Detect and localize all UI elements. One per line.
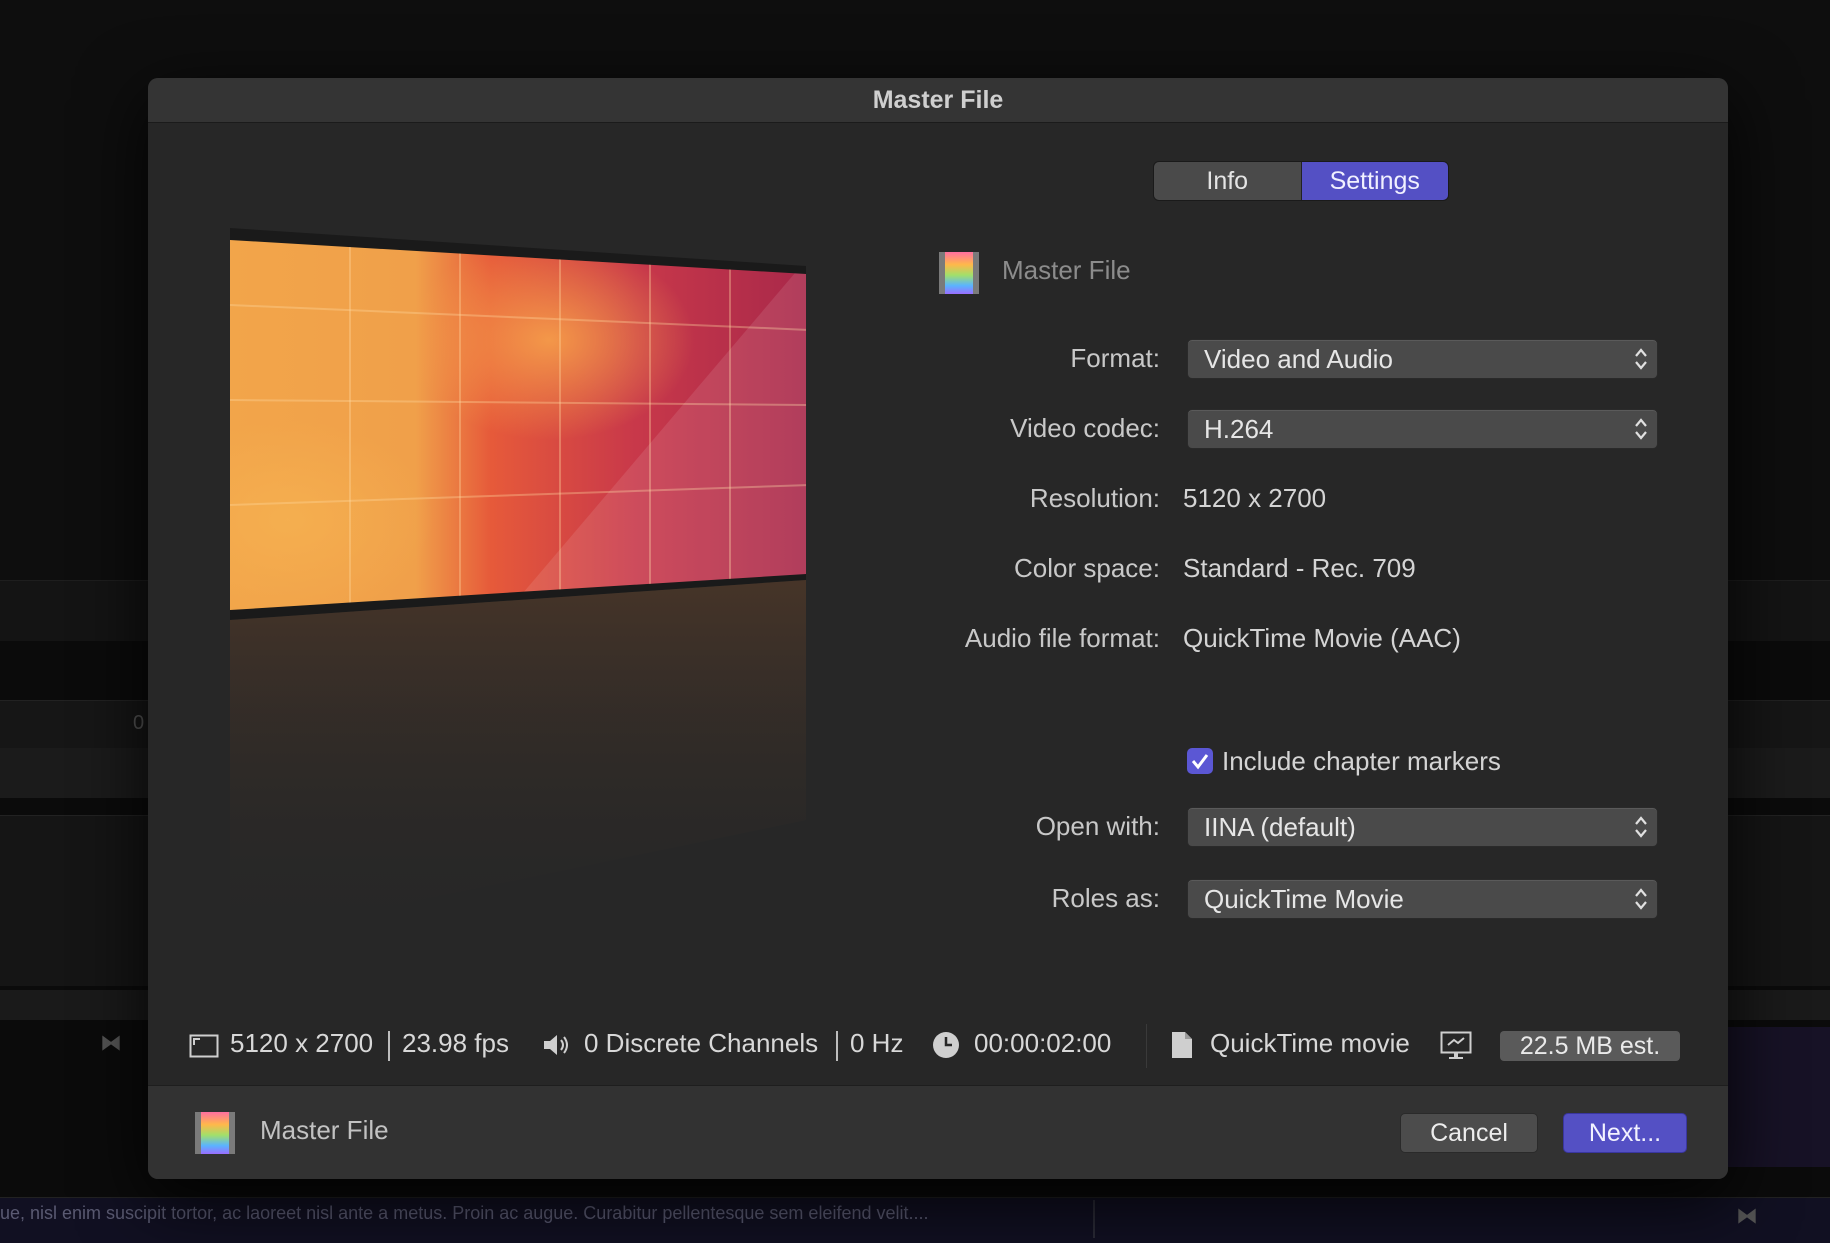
status-duration: 00:00:02:00 (974, 1028, 1112, 1058)
open-with-popup[interactable]: IINA (default) (1187, 807, 1658, 847)
background-divider (1093, 1200, 1095, 1238)
status-divider (836, 1031, 838, 1061)
tab-info[interactable]: Info (1154, 162, 1302, 200)
chapter-markers-checkbox[interactable] (1187, 748, 1213, 774)
frame-size-icon (189, 1034, 219, 1058)
bowtie-icon-right: ⧓ (1736, 1203, 1758, 1228)
chevron-updown-icon (1635, 348, 1647, 370)
chapter-markers-label[interactable]: Include chapter markers (1222, 746, 1501, 777)
video-codec-label: Video codec: (1010, 413, 1160, 443)
audio-file-format-value: QuickTime Movie (AAC) (1183, 623, 1461, 653)
open-with-label: Open with: (1035, 811, 1160, 841)
status-divider (388, 1031, 390, 1061)
tab-segmented-control: Info Settings (1153, 161, 1449, 201)
open-with-value: IINA (default) (1204, 812, 1356, 842)
roles-as-label: Roles as: (1051, 883, 1160, 913)
video-codec-value: H.264 (1204, 414, 1274, 444)
color-space-value: Standard - Rec. 709 (1183, 553, 1416, 583)
status-rate: 0 Hz (850, 1028, 904, 1058)
chevron-updown-icon (1635, 418, 1647, 440)
dialog-title: Master File (872, 86, 1004, 114)
chevron-updown-icon (1635, 816, 1647, 838)
next-button[interactable]: Next... (1563, 1113, 1687, 1153)
resolution-value: 5120 x 2700 (1183, 483, 1327, 513)
footer-destination-title: Master File (260, 1115, 389, 1145)
checkmark-icon (1191, 754, 1209, 770)
status-file-type: QuickTime movie (1210, 1028, 1410, 1058)
settings-header-title: Master File (1002, 255, 1131, 285)
display-icon (1440, 1031, 1472, 1059)
preview-thumbnail (230, 228, 806, 940)
roles-as-value: QuickTime Movie (1204, 884, 1404, 914)
roles-as-popup[interactable]: QuickTime Movie (1187, 879, 1658, 919)
background-ticker-text: ue, nisl enim suscipit tortor, ac laoree… (0, 1203, 929, 1223)
master-file-dialog: Master File Info Settings Master File Fo… (148, 78, 1728, 1179)
format-value: Video and Audio (1204, 344, 1393, 374)
audio-file-format-label: Audio file format: (964, 623, 1160, 653)
status-channels: 0 Discrete Channels (584, 1028, 819, 1058)
film-strip-icon (195, 1112, 235, 1154)
format-popup[interactable]: Video and Audio (1187, 339, 1658, 379)
format-label: Format: (1070, 343, 1160, 373)
status-fps: 23.98 fps (402, 1028, 509, 1058)
color-space-label: Color space: (1014, 553, 1160, 583)
dialog-titlebar: Master File (148, 78, 1728, 123)
bowtie-icon-left: ⧓ (100, 1030, 122, 1055)
document-icon (1172, 1032, 1192, 1058)
chevron-updown-icon (1635, 888, 1647, 910)
dialog-footer: Master File Cancel Next... (148, 1085, 1728, 1179)
speaker-icon (544, 1035, 568, 1055)
tab-settings[interactable]: Settings (1301, 162, 1448, 200)
file-size-estimate-badge: 22.5 MB est. (1500, 1031, 1680, 1061)
status-resolution: 5120 x 2700 (230, 1028, 374, 1058)
video-codec-popup[interactable]: H.264 (1187, 409, 1658, 449)
film-strip-icon (939, 252, 979, 294)
resolution-label: Resolution: (1029, 483, 1160, 513)
timeline-marker: 0 (133, 712, 145, 734)
cancel-button[interactable]: Cancel (1400, 1113, 1538, 1153)
clock-icon (933, 1032, 959, 1058)
background-clip (1725, 1027, 1830, 1167)
status-group-divider (1146, 1024, 1147, 1068)
